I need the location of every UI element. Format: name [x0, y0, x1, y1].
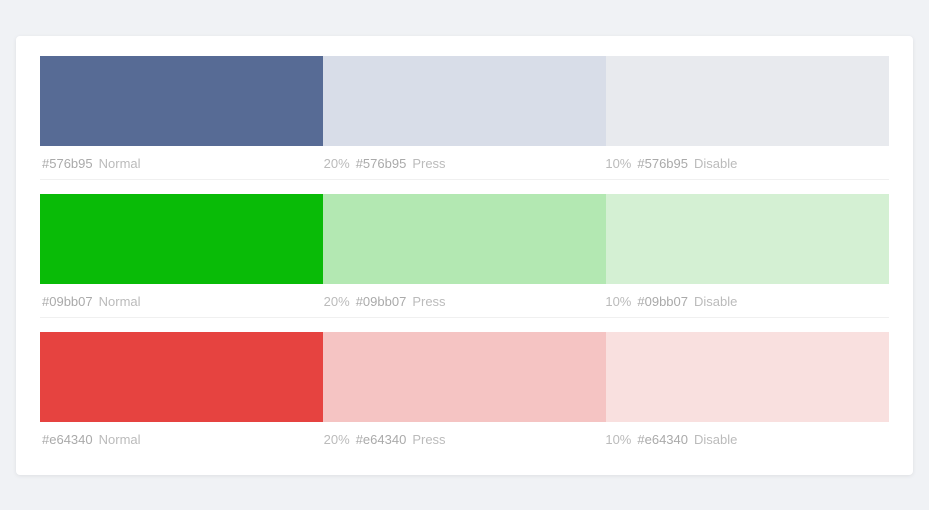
hex-blue-press: #576b95	[356, 156, 407, 171]
swatches-red	[40, 332, 889, 422]
label-group-green-press: 20% #09bb07 Press	[324, 294, 606, 309]
label-group-blue-press: 20% #576b95 Press	[324, 156, 606, 171]
swatch-blue-normal	[40, 56, 323, 146]
opacity-green-disable: 10%	[605, 294, 631, 309]
swatches-blue	[40, 56, 889, 146]
row-divider	[40, 179, 889, 180]
swatch-blue-disable	[606, 56, 889, 146]
color-palette-card: #576b95 Normal 20% #576b95 Press 10% #576b95 Di…	[16, 36, 913, 475]
hex-blue-normal: #576b95	[42, 156, 93, 171]
label-group-red-disable: 10% #e64340 Disable	[605, 432, 887, 447]
state-green-disable: Disable	[694, 294, 737, 309]
opacity-blue-press: 20%	[324, 156, 350, 171]
color-row-red: #e64340 Normal 20% #e64340 Press 10% #e64340 Di…	[40, 332, 889, 447]
swatch-red-disable	[606, 332, 889, 422]
label-group-blue-normal: #576b95 Normal	[42, 156, 324, 171]
swatch-blue-press	[323, 56, 606, 146]
swatch-green-normal	[40, 194, 323, 284]
swatches-green	[40, 194, 889, 284]
state-blue-press: Press	[412, 156, 445, 171]
labels-red: #e64340 Normal 20% #e64340 Press 10% #e64340 Di…	[40, 432, 889, 447]
hex-red-disable: #e64340	[637, 432, 688, 447]
labels-green: #09bb07 Normal 20% #09bb07 Press 10% #09bb07 Di…	[40, 294, 889, 309]
opacity-red-disable: 10%	[605, 432, 631, 447]
swatch-red-press	[323, 332, 606, 422]
label-group-green-normal: #09bb07 Normal	[42, 294, 324, 309]
opacity-green-press: 20%	[324, 294, 350, 309]
state-red-disable: Disable	[694, 432, 737, 447]
color-row-green: #09bb07 Normal 20% #09bb07 Press 10% #09bb07 Di…	[40, 194, 889, 309]
hex-blue-disable: #576b95	[637, 156, 688, 171]
swatch-red-normal	[40, 332, 323, 422]
state-blue-normal: Normal	[99, 156, 141, 171]
swatch-green-disable	[606, 194, 889, 284]
opacity-red-press: 20%	[324, 432, 350, 447]
hex-green-normal: #09bb07	[42, 294, 93, 309]
state-green-normal: Normal	[99, 294, 141, 309]
color-row-blue: #576b95 Normal 20% #576b95 Press 10% #576b95 Di…	[40, 56, 889, 171]
hex-red-normal: #e64340	[42, 432, 93, 447]
label-group-blue-disable: 10% #576b95 Disable	[605, 156, 887, 171]
state-green-press: Press	[412, 294, 445, 309]
state-red-normal: Normal	[99, 432, 141, 447]
hex-green-press: #09bb07	[356, 294, 407, 309]
row-divider	[40, 317, 889, 318]
state-red-press: Press	[412, 432, 445, 447]
label-group-red-press: 20% #e64340 Press	[324, 432, 606, 447]
hex-green-disable: #09bb07	[637, 294, 688, 309]
labels-blue: #576b95 Normal 20% #576b95 Press 10% #576b95 Di…	[40, 156, 889, 171]
state-blue-disable: Disable	[694, 156, 737, 171]
label-group-red-normal: #e64340 Normal	[42, 432, 324, 447]
label-group-green-disable: 10% #09bb07 Disable	[605, 294, 887, 309]
swatch-green-press	[323, 194, 606, 284]
opacity-blue-disable: 10%	[605, 156, 631, 171]
hex-red-press: #e64340	[356, 432, 407, 447]
